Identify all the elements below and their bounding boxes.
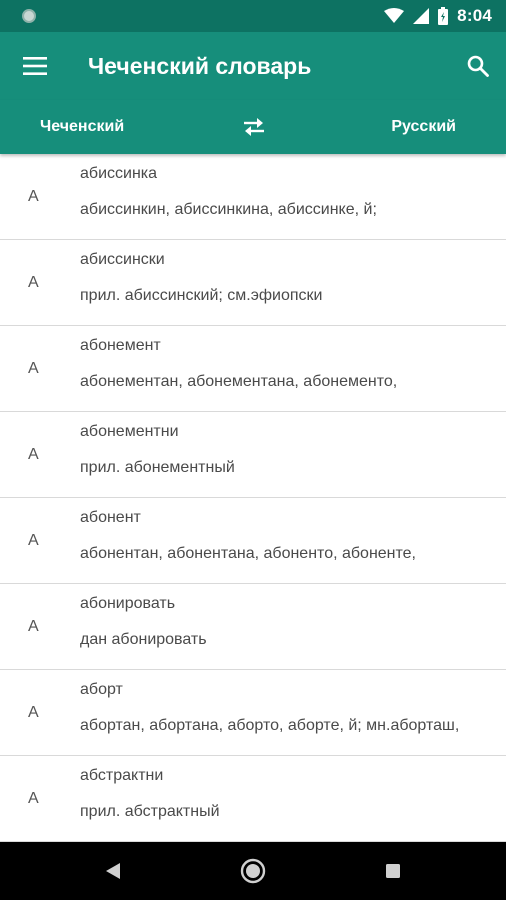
dictionary-entry[interactable]: А абонемент абонементан, абонементана, а… xyxy=(0,326,506,412)
entry-word: абонемент xyxy=(80,337,161,354)
dictionary-entry[interactable]: А абстрактни прил. абстрактный xyxy=(0,756,506,842)
entry-letter: А xyxy=(28,360,39,377)
back-button[interactable] xyxy=(78,842,148,900)
dictionary-entry[interactable]: А абиссинка абиссинкин, абиссинкина, аби… xyxy=(0,154,506,240)
battery-icon xyxy=(438,7,449,25)
status-icons: 8:04 xyxy=(384,6,492,26)
dictionary-entry[interactable]: А абонементни прил. абонементный xyxy=(0,412,506,498)
entry-word: абиссинка xyxy=(80,165,158,182)
search-icon xyxy=(467,55,489,77)
hamburger-menu-icon xyxy=(23,57,47,75)
swap-arrows-icon xyxy=(244,118,264,136)
entry-word: аборт xyxy=(80,681,123,698)
entry-definition: абортан, абортана, аборто, аборте, й; мн… xyxy=(80,717,460,734)
entry-letter: А xyxy=(28,790,39,807)
dictionary-entry[interactable]: А аборт абортан, абортана, аборто, аборт… xyxy=(0,670,506,756)
signal-icon xyxy=(413,8,430,24)
entry-word: абстрактни xyxy=(80,767,164,784)
language-bar: Чеченский Русский xyxy=(0,100,506,154)
entry-word: абиссински xyxy=(80,251,165,268)
entry-definition: прил. абстрактный xyxy=(80,803,220,820)
entry-letter: А xyxy=(28,532,39,549)
search-button[interactable] xyxy=(450,32,506,100)
entry-definition: дан абонировать xyxy=(80,631,207,648)
entry-definition: прил. абонементный xyxy=(80,459,235,476)
home-circle-icon xyxy=(240,858,266,884)
entry-word: абонировать xyxy=(80,595,176,612)
dictionary-list[interactable]: А абиссинка абиссинкин, абиссинкина, аби… xyxy=(0,154,506,842)
notification-dot-icon xyxy=(22,9,36,23)
entry-word: абонент xyxy=(80,509,141,526)
entry-letter: А xyxy=(28,188,39,205)
entry-definition: прил. абиссинский; см.эфиопски xyxy=(80,287,323,304)
menu-button[interactable] xyxy=(0,32,70,100)
dictionary-entry[interactable]: А абиссински прил. абиссинский; см.эфиоп… xyxy=(0,240,506,326)
entry-definition: абонементан, абонементана, абонементо, xyxy=(80,373,398,390)
entry-word: абонементни xyxy=(80,423,179,440)
entry-definition: абиссинкин, абиссинкина, абиссинке, й; xyxy=(80,201,377,218)
home-button[interactable] xyxy=(218,842,288,900)
entry-definition: абонентан, абонентана, абоненто, абонент… xyxy=(80,545,416,562)
navigation-bar xyxy=(0,842,506,900)
status-time: 8:04 xyxy=(457,6,492,25)
entry-letter: А xyxy=(28,446,39,463)
recents-button[interactable] xyxy=(358,842,428,900)
dictionary-entry[interactable]: А абонировать дан абонировать xyxy=(0,584,506,670)
entry-letter: А xyxy=(28,704,39,721)
app-bar: Чеченский словарь xyxy=(0,32,506,100)
status-bar: 8:04 xyxy=(0,0,506,32)
back-triangle-icon xyxy=(106,863,120,879)
dictionary-entry[interactable]: А абонент абонентан, абонентана, абонент… xyxy=(0,498,506,584)
app-title: Чеченский словарь xyxy=(88,52,312,79)
wifi-icon xyxy=(384,8,405,23)
entry-letter: А xyxy=(28,618,39,635)
target-language-tab[interactable]: Русский xyxy=(391,100,456,154)
source-language-tab[interactable]: Чеченский xyxy=(40,100,124,154)
swap-languages-button[interactable] xyxy=(236,109,272,145)
recents-square-icon xyxy=(386,864,400,878)
entry-letter: А xyxy=(28,274,39,291)
